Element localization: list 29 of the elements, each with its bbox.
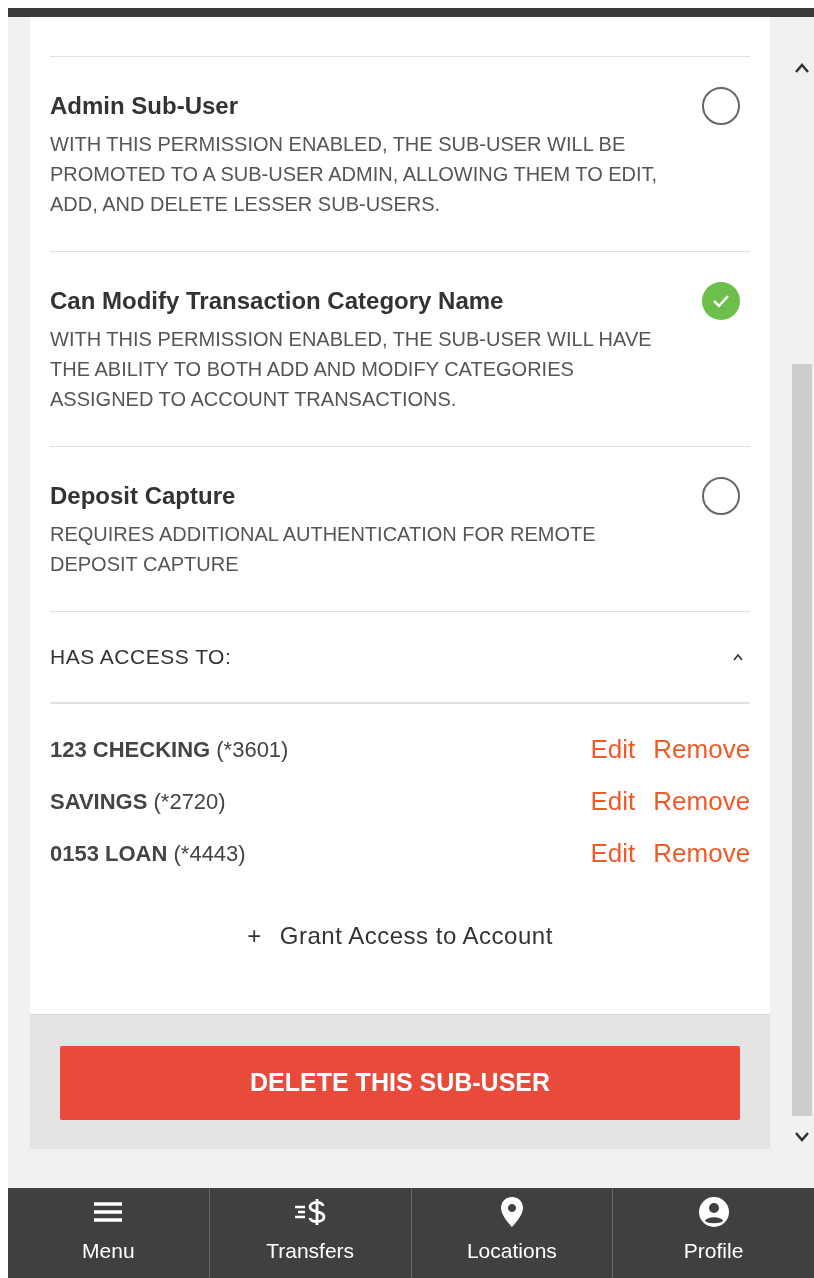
account-name: SAVINGS (*2720) <box>50 787 226 816</box>
account-name: 0153 LOAN (*4443) <box>50 839 246 868</box>
edit-link[interactable]: Edit <box>590 833 636 873</box>
edit-link[interactable]: Edit <box>590 781 636 821</box>
nav-tab[interactable]: Profile <box>612 1188 814 1278</box>
location-pin-icon <box>499 1195 524 1228</box>
permission-title: Admin Sub-User <box>50 91 239 121</box>
permission-title: Can Modify Transaction Category Name <box>50 286 505 316</box>
nav-tab[interactable]: Locations <box>410 1188 613 1278</box>
edit-link[interactable]: Edit <box>590 729 636 769</box>
permission-description: WITH THIS PERMISSION ENABLED, THE SUB-USER WILL HAVE THE ABILITY TO BOTH ADD AND MODIFY CATEGORIES ASSIGNED TO ACCOUNT TRANSACTIONS. <box>50 327 653 412</box>
remove-link[interactable]: Remove <box>653 729 751 769</box>
nav-tab[interactable]: Transfers <box>208 1188 411 1278</box>
permission-description: WITH THIS PERMISSION ENABLED, THE SUB-USER WILL BE PROMOTED TO A SUB-USER ADMIN, ALLOWING THEM TO EDIT, ADD, AND DELETE LESSER SUB-USERS. <box>50 132 659 217</box>
plus-icon: + <box>247 918 262 954</box>
remove-link[interactable]: Remove <box>653 781 751 821</box>
delete-button[interactable]: DELETE THIS SUB-USER <box>60 1046 741 1120</box>
section-heading: HAS ACCESS TO: <box>50 644 232 671</box>
permission-description: REQUIRES ADDITIONAL AUTHENTICATION FOR REMOTE DEPOSIT CAPTURE <box>50 522 597 577</box>
scroll-up-icon[interactable] <box>794 62 811 74</box>
scroll-down-icon[interactable] <box>794 1131 811 1143</box>
account-name: 123 CHECKING (*3601) <box>50 735 289 764</box>
grant-access-button[interactable]: + Grant Access to Account <box>50 918 751 954</box>
menu-icon <box>93 1200 124 1223</box>
nav-tab[interactable]: Menu <box>8 1188 209 1278</box>
permission-title: Deposit Capture <box>50 481 237 511</box>
caret-icon[interactable] <box>732 653 745 661</box>
profile-icon <box>697 1195 730 1228</box>
remove-link[interactable]: Remove <box>653 833 751 873</box>
